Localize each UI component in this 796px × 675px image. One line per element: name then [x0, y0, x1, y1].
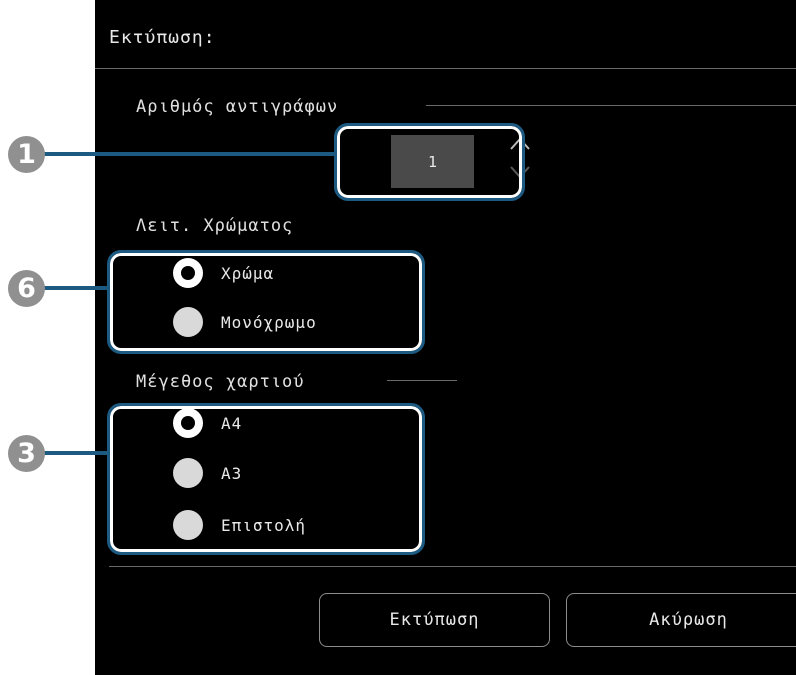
- footer-divider: [109, 566, 796, 567]
- color-mode-label: Λειτ. Χρώματος: [136, 216, 294, 236]
- callout-number-copies: 1: [8, 136, 45, 173]
- paper-size-group-line: [387, 380, 457, 381]
- title-divider: [95, 68, 796, 69]
- callout-box-copies: [334, 123, 525, 201]
- callout-line-copies: [44, 152, 336, 156]
- print-button[interactable]: Εκτύπωση: [319, 593, 550, 647]
- dialog-title: Εκτύπωση:: [109, 27, 216, 48]
- callout-number-paper-size: 3: [8, 435, 45, 472]
- paper-size-label: Μέγεθος χαρτιού: [136, 372, 305, 392]
- callout-line-paper-size: [44, 451, 109, 455]
- callout-box-color-mode: [107, 250, 425, 354]
- copies-label: Αριθμός αντιγράφων: [136, 97, 339, 117]
- cancel-button[interactable]: Ακύρωση: [566, 593, 796, 647]
- copies-group-line: [426, 105, 796, 106]
- callout-box-paper-size: [107, 403, 425, 555]
- callout-number-color-mode: 6: [8, 270, 45, 307]
- callout-line-color-mode: [44, 286, 109, 290]
